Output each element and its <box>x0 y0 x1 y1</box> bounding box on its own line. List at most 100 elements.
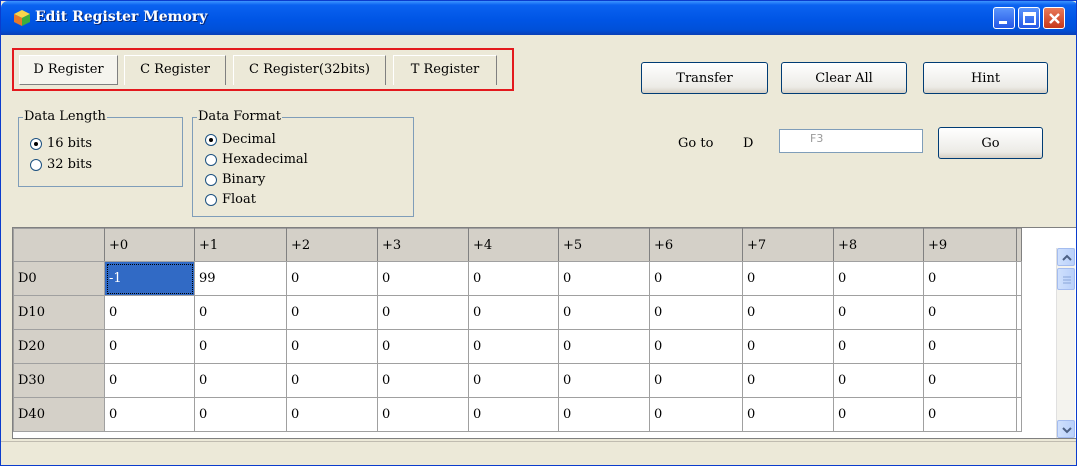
table-row: D40 0 0 0 0 0 0 0 0 0 0 <box>13 397 1022 432</box>
row-header: D40 <box>13 397 105 432</box>
table-row: D0 -1 99 0 0 0 0 0 0 0 0 <box>13 261 1022 296</box>
row-filler-cell <box>1016 261 1022 296</box>
register-value-cell[interactable]: -1 <box>104 261 195 296</box>
register-value-cell[interactable]: 0 <box>923 295 1017 330</box>
register-value-cell[interactable]: 0 <box>194 329 287 364</box>
scroll-thumb[interactable] <box>1057 268 1075 290</box>
register-value-cell[interactable]: 0 <box>194 363 287 398</box>
app-cube-icon <box>14 10 30 26</box>
register-value-cell[interactable]: 0 <box>558 397 650 432</box>
register-value-cell[interactable]: 0 <box>286 397 378 432</box>
scroll-up-button[interactable] <box>1057 248 1075 266</box>
register-value-cell[interactable]: 0 <box>833 397 924 432</box>
row-header: D20 <box>13 329 105 364</box>
data-format-group: Data Format Decimal Hexadecimal Binary F… <box>192 109 414 217</box>
row-filler-cell <box>1016 329 1022 364</box>
column-header: +5 <box>558 228 650 262</box>
register-value-cell[interactable]: 0 <box>468 261 559 296</box>
register-value-cell[interactable]: 0 <box>742 397 834 432</box>
status-bar <box>1 441 1076 465</box>
tab-d-register[interactable]: D Register <box>19 55 118 85</box>
close-button[interactable] <box>1043 7 1065 29</box>
register-value-cell[interactable]: 0 <box>377 295 469 330</box>
transfer-button[interactable]: Transfer <box>641 62 768 94</box>
register-value-cell[interactable]: 0 <box>649 261 743 296</box>
data-length-group: Data Length 16 bits 32 bits <box>18 109 183 187</box>
radio-label: 32 bits <box>47 157 93 172</box>
register-value-cell[interactable]: 0 <box>377 397 469 432</box>
register-value-cell[interactable]: 0 <box>377 261 469 296</box>
register-value-cell[interactable]: 99 <box>194 261 287 296</box>
maximize-button[interactable] <box>1018 7 1040 29</box>
column-header: +3 <box>377 228 469 262</box>
title-bar[interactable]: Edit Register Memory <box>1 1 1076 35</box>
minimize-icon <box>999 21 1007 24</box>
register-value-cell[interactable]: 0 <box>468 329 559 364</box>
register-value-cell[interactable]: 0 <box>833 363 924 398</box>
register-value-cell[interactable]: 0 <box>286 329 378 364</box>
register-value-cell[interactable]: 0 <box>742 363 834 398</box>
column-header: +8 <box>833 228 924 262</box>
radio-circle <box>30 138 42 150</box>
register-value-cell[interactable]: 0 <box>558 329 650 364</box>
register-value-cell[interactable]: 0 <box>286 295 378 330</box>
clear-all-button[interactable]: Clear All <box>781 62 907 94</box>
radio-circle <box>30 159 42 171</box>
radio-label: Hexadecimal <box>222 152 308 167</box>
register-value-cell[interactable]: 0 <box>377 329 469 364</box>
table-row: D30 0 0 0 0 0 0 0 0 0 0 <box>13 363 1022 398</box>
register-value-cell[interactable]: 0 <box>742 295 834 330</box>
register-value-cell[interactable]: 0 <box>649 363 743 398</box>
register-value-cell[interactable]: 0 <box>923 397 1017 432</box>
register-grid: +0 +1 +2 +3 +4 +5 +6 +7 +8 +9 D0 -1 99 0 0 0 0 0 0 0 0 D10 0 0 0… <box>12 227 1076 439</box>
register-value-cell[interactable]: 0 <box>468 295 559 330</box>
radio-label: Float <box>222 192 256 207</box>
register-value-cell[interactable]: 0 <box>468 363 559 398</box>
register-value-cell[interactable]: 0 <box>833 295 924 330</box>
column-header: +7 <box>742 228 834 262</box>
register-value-cell[interactable]: 0 <box>377 363 469 398</box>
register-value-cell[interactable]: 0 <box>104 397 195 432</box>
register-value-cell[interactable]: 0 <box>742 261 834 296</box>
register-value-cell[interactable]: 0 <box>104 363 195 398</box>
close-icon <box>1049 13 1060 24</box>
column-header: +9 <box>923 228 1017 262</box>
radio-label: 16 bits <box>47 136 93 151</box>
grid-vertical-scrollbar[interactable] <box>1056 248 1075 438</box>
tab-c-register[interactable]: C Register <box>124 55 226 85</box>
register-value-cell[interactable]: 0 <box>194 397 287 432</box>
goto-register-prefix: D <box>743 136 754 151</box>
register-value-cell[interactable]: 0 <box>742 329 834 364</box>
register-value-cell[interactable]: 0 <box>558 363 650 398</box>
register-value-cell[interactable]: 0 <box>194 295 287 330</box>
tab-t-register[interactable]: T Register <box>393 55 497 85</box>
register-value-cell[interactable]: 0 <box>833 329 924 364</box>
register-value-cell[interactable]: 0 <box>558 295 650 330</box>
goto-address-input[interactable]: F3 <box>779 129 923 153</box>
register-value-cell[interactable]: 0 <box>923 363 1017 398</box>
go-button[interactable]: Go <box>938 127 1043 159</box>
register-value-cell[interactable]: 0 <box>558 261 650 296</box>
radio-circle <box>205 154 217 166</box>
register-value-cell[interactable]: 0 <box>923 329 1017 364</box>
register-value-cell[interactable]: 0 <box>923 261 1017 296</box>
hint-button[interactable]: Hint <box>923 62 1048 94</box>
scroll-down-button[interactable] <box>1057 420 1075 438</box>
radio-label: Decimal <box>222 132 276 147</box>
tab-c-register-32bits[interactable]: C Register(32bits) <box>233 55 386 85</box>
row-filler-cell <box>1016 397 1022 432</box>
register-value-cell[interactable]: 0 <box>649 295 743 330</box>
register-value-cell[interactable]: 0 <box>649 397 743 432</box>
table-row: D10 0 0 0 0 0 0 0 0 0 0 <box>13 295 1022 330</box>
register-value-cell[interactable]: 0 <box>468 397 559 432</box>
register-value-cell[interactable]: 0 <box>286 363 378 398</box>
edit-register-memory-window: Edit Register Memory D Register C Regist… <box>0 0 1077 466</box>
row-header: D30 <box>13 363 105 398</box>
register-value-cell[interactable]: 0 <box>649 329 743 364</box>
register-value-cell[interactable]: 0 <box>104 295 195 330</box>
register-value-cell[interactable]: 0 <box>833 261 924 296</box>
register-value-cell[interactable]: 0 <box>104 329 195 364</box>
column-header: +6 <box>649 228 743 262</box>
minimize-button[interactable] <box>993 7 1015 29</box>
register-value-cell[interactable]: 0 <box>286 261 378 296</box>
